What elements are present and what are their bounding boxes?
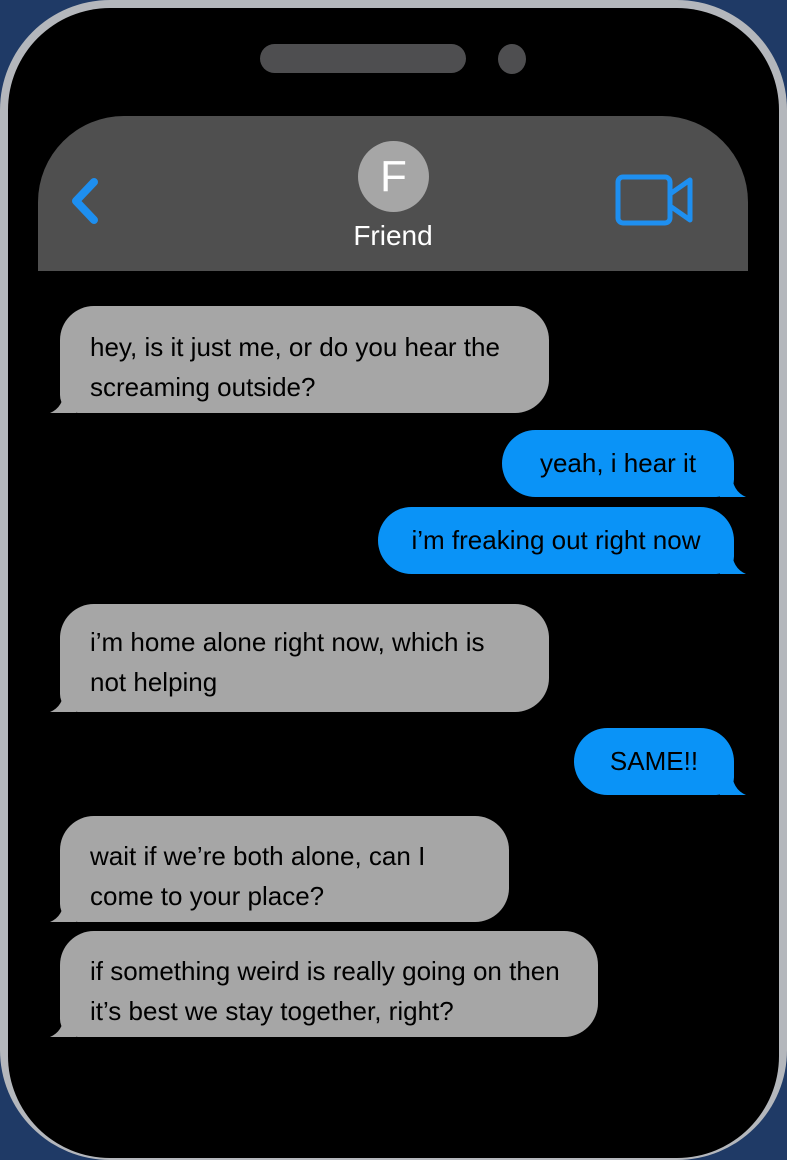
bubble-tail [50,389,76,413]
speaker-grille [260,44,466,73]
message-text: i’m freaking out right now [411,525,701,555]
chevron-left-icon[interactable] [68,176,104,226]
message-text: i’m home alone right now, which is not h… [90,627,485,697]
message-text: wait if we’re both alone, can I come to … [90,841,426,911]
bubble-tail [720,771,746,795]
bubble-tail [50,688,76,712]
message-bubble-outgoing: i’m freaking out right now [378,507,746,574]
bubble-tail [50,898,76,922]
video-camera-icon[interactable] [615,171,695,229]
phone-frame: F Friend hey, is it just me, or do you h… [0,0,787,1160]
message-bubble-incoming: hey, is it just me, or do you hear the s… [50,306,549,413]
message-bubble-outgoing: SAME!! [574,728,746,795]
bubble-tail [50,1013,76,1037]
message-bubble-incoming: if something weird is really going on th… [50,931,598,1037]
conversation-header: F Friend [38,116,748,271]
message-text: SAME!! [609,746,699,776]
message-bubble-incoming: wait if we’re both alone, can I come to … [50,816,509,922]
bubble-tail [720,473,746,497]
message-bubble-incoming: i’m home alone right now, which is not h… [50,604,549,712]
contact-name[interactable]: Friend [293,220,493,252]
message-text: hey, is it just me, or do you hear the s… [90,332,500,402]
bubble-tail [720,550,746,574]
avatar[interactable]: F [358,141,429,212]
message-text: if something weird is really going on th… [90,956,560,1026]
front-camera [498,44,526,74]
message-text: yeah, i hear it [539,448,697,478]
message-bubble-outgoing: yeah, i hear it [502,430,746,497]
phone-screen: F Friend hey, is it just me, or do you h… [8,8,779,1158]
